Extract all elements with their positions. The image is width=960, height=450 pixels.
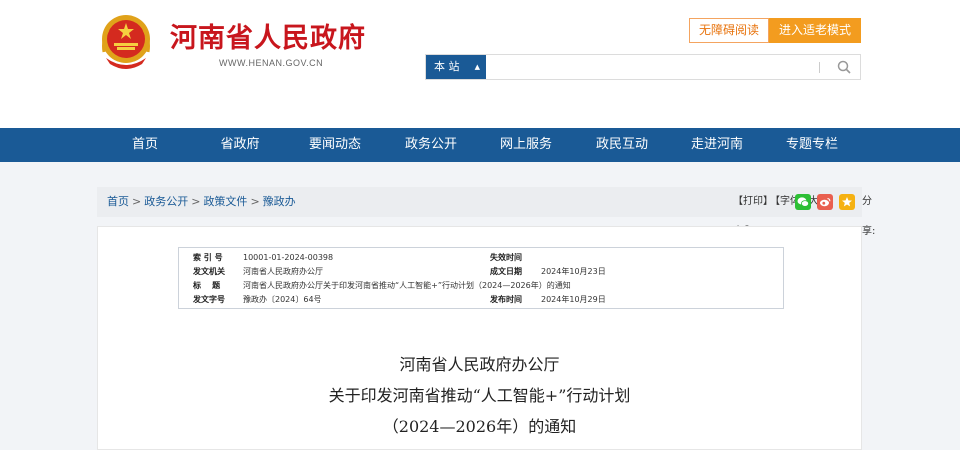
nav-special-topics[interactable]: 专题专栏 — [764, 128, 860, 162]
meta-value: 2024年10月29日 — [541, 295, 606, 304]
weibo-share-button[interactable] — [817, 194, 833, 210]
updown-arrow-icon: ▲ — [474, 63, 480, 71]
meta-label: 发文字号 — [193, 295, 225, 304]
nav-home[interactable]: 首页 — [97, 128, 193, 162]
weibo-icon — [820, 197, 831, 207]
document-title-line: 关于印发河南省推动“人工智能+”行动计划 — [328, 386, 631, 405]
nav-online-services[interactable]: 网上服务 — [478, 128, 574, 162]
document-metadata-table: 索 引 号 10001-01-2024-00398 失效时间 发文机关 河南省人… — [178, 247, 784, 309]
print-button[interactable]: 【打印】 — [733, 196, 773, 207]
wechat-icon — [797, 197, 809, 207]
search-scope-label: 本 站 — [434, 60, 460, 73]
share-label: 分享: — [862, 196, 876, 237]
star-icon — [842, 197, 852, 207]
site-title[interactable]: 河南省人民政府 — [170, 16, 366, 55]
elder-mode-button[interactable]: 进入适老模式 — [769, 18, 861, 43]
article-content: 索 引 号 10001-01-2024-00398 失效时间 发文机关 河南省人… — [97, 226, 862, 450]
breadcrumb: 首页 > 政务公开 > 政策文件 > 豫政办 — [107, 187, 296, 217]
meta-label: 失效时间 — [490, 253, 522, 262]
nav-about-henan[interactable]: 走进河南 — [669, 128, 765, 162]
favorite-share-button[interactable] — [839, 194, 855, 210]
meta-row: 发文字号 豫政办〔2024〕64号 发布时间 2024年10月29日 — [179, 292, 783, 307]
breadcrumb-home[interactable]: 首页 — [107, 195, 129, 208]
site-header: 河南省人民政府 WWW.HENAN.GOV.CN 无障碍阅读 进入适老模式 本 … — [0, 0, 960, 128]
nav-news[interactable]: 要闻动态 — [287, 128, 383, 162]
main-nav: 首页 省政府 要闻动态 政务公开 网上服务 政民互动 走进河南 专题专栏 — [0, 128, 960, 162]
accessibility-reading-button[interactable]: 无障碍阅读 — [689, 18, 769, 43]
meta-label: 标 题 — [193, 281, 221, 290]
meta-value: 河南省人民政府办公厅关于印发河南省推动“人工智能+”行动计划（2024—2026… — [243, 281, 571, 290]
wechat-share-button[interactable] — [795, 194, 811, 210]
breadcrumb-policy-documents[interactable]: 政策文件 — [203, 195, 247, 208]
search-bar: 本 站 ▲ — [425, 54, 861, 80]
search-input[interactable] — [488, 57, 818, 77]
meta-row: 发文机关 河南省人民政府办公厅 成文日期 2024年10月23日 — [179, 264, 783, 279]
meta-row: 标 题 河南省人民政府办公厅关于印发河南省推动“人工智能+”行动计划（2024—… — [179, 278, 783, 293]
meta-label: 索 引 号 — [193, 253, 223, 262]
breadcrumb-yuzhengban[interactable]: 豫政办 — [263, 195, 296, 208]
nav-interaction[interactable]: 政民互动 — [574, 128, 670, 162]
meta-value: 10001-01-2024-00398 — [243, 253, 334, 262]
meta-label: 发文机关 — [193, 267, 225, 276]
breadcrumb-bar: 首页>政务公开>政策文件>豫政办 【打印】【字体: 大 中 小】 分享: — [97, 187, 875, 237]
search-button[interactable] — [830, 55, 858, 79]
meta-value: 豫政办〔2024〕64号 — [243, 295, 322, 304]
breadcrumb-government-affairs[interactable]: 政务公开 — [144, 195, 188, 208]
search-icon — [837, 60, 851, 74]
meta-label: 发布时间 — [490, 295, 522, 304]
nav-government-affairs[interactable]: 政务公开 — [383, 128, 479, 162]
breadcrumb-separator: > — [132, 195, 142, 208]
meta-value: 2024年10月23日 — [541, 267, 606, 276]
meta-label: 成文日期 — [490, 267, 522, 276]
search-divider — [819, 62, 820, 73]
breadcrumb-separator: > — [191, 195, 201, 208]
document-title-line: 河南省人民政府办公厅 — [399, 355, 560, 374]
meta-value: 河南省人民政府办公厅 — [243, 267, 323, 276]
breadcrumb-separator: > — [250, 195, 260, 208]
nav-provincial-government[interactable]: 省政府 — [192, 128, 288, 162]
national-emblem-icon — [102, 15, 150, 69]
document-title-line: （2024—2026年）的通知 — [382, 417, 577, 436]
meta-row: 索 引 号 10001-01-2024-00398 失效时间 — [179, 250, 783, 265]
search-scope-select[interactable]: 本 站 ▲ — [426, 55, 486, 79]
site-url: WWW.HENAN.GOV.CN — [219, 58, 324, 68]
